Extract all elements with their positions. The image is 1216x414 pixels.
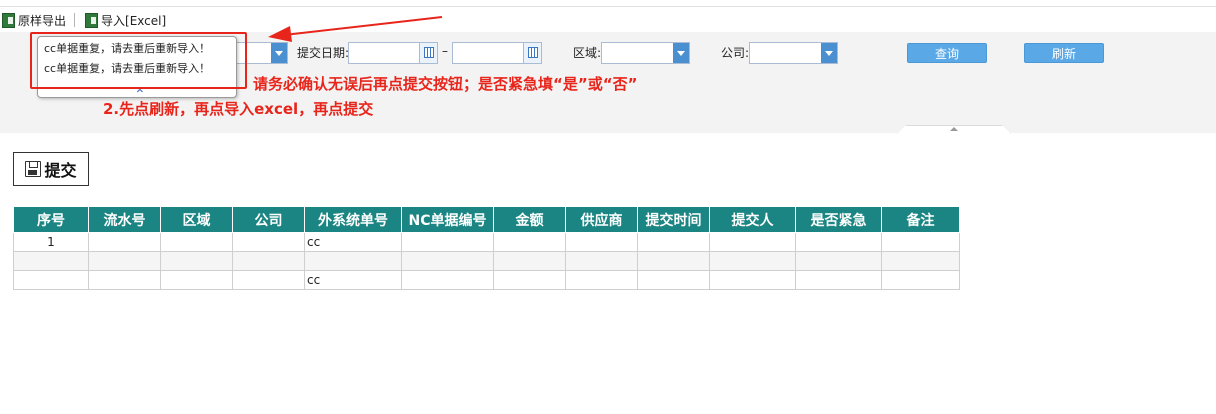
table-cell[interactable]	[401, 232, 494, 252]
table-cell[interactable]	[401, 251, 494, 271]
column-header[interactable]: 流水号	[88, 206, 161, 233]
table-cell[interactable]	[88, 270, 161, 290]
table-cell[interactable]	[232, 232, 305, 252]
table-cell[interactable]	[637, 270, 710, 290]
table-cell[interactable]	[565, 270, 638, 290]
table-row[interactable]	[13, 251, 960, 271]
column-header[interactable]: 区域	[160, 206, 233, 233]
table-cell[interactable]	[881, 270, 960, 290]
table-cell[interactable]	[232, 270, 305, 290]
table-cell[interactable]	[493, 270, 566, 290]
table-cell[interactable]	[709, 251, 796, 271]
table-cell[interactable]	[493, 232, 566, 252]
table-cell[interactable]: 1	[13, 232, 89, 252]
table-row[interactable]: cc	[13, 270, 960, 290]
column-header[interactable]: 公司	[232, 206, 305, 233]
table-cell[interactable]	[881, 232, 960, 252]
table-cell[interactable]	[493, 251, 566, 271]
column-header[interactable]: 是否紧急	[795, 206, 882, 233]
column-header[interactable]: 外系统单号	[304, 206, 402, 233]
table-cell[interactable]	[795, 270, 882, 290]
column-header[interactable]: 备注	[881, 206, 960, 233]
table-cell[interactable]	[401, 270, 494, 290]
table-cell[interactable]	[637, 232, 710, 252]
table-cell[interactable]	[795, 232, 882, 252]
submit-button-label: 提交	[44, 161, 77, 180]
column-header[interactable]: 序号	[13, 206, 89, 233]
table-cell[interactable]	[160, 232, 233, 252]
column-header[interactable]: NC单据编号	[401, 206, 494, 233]
annotation-arrow	[268, 16, 443, 42]
column-header[interactable]: 供应商	[565, 206, 638, 233]
submit-button[interactable]: 提交	[13, 152, 89, 186]
column-header[interactable]: 金额	[493, 206, 566, 233]
table-cell[interactable]	[13, 251, 89, 271]
data-table: 序号 流水号 区域 公司 外系统单号 NC单据编号 金额 供应商 提交时间 提交…	[13, 206, 960, 290]
table-cell[interactable]	[88, 232, 161, 252]
table-cell[interactable]	[637, 251, 710, 271]
table-cell[interactable]	[232, 251, 305, 271]
table-cell[interactable]	[709, 270, 796, 290]
table-row[interactable]: 1 cc	[13, 232, 960, 252]
table-cell[interactable]	[565, 232, 638, 252]
save-icon	[25, 161, 42, 177]
table-cell[interactable]	[304, 251, 402, 271]
table-cell[interactable]	[160, 270, 233, 290]
table-cell[interactable]	[565, 251, 638, 271]
table-cell[interactable]: cc	[304, 232, 402, 252]
column-header[interactable]: 提交人	[709, 206, 796, 233]
table-cell[interactable]	[881, 251, 960, 271]
table-header-row: 序号 流水号 区域 公司 外系统单号 NC单据编号 金额 供应商 提交时间 提交…	[13, 206, 960, 233]
table-cell[interactable]	[795, 251, 882, 271]
table-cell[interactable]: cc	[304, 270, 402, 290]
column-header[interactable]: 提交时间	[637, 206, 710, 233]
table-cell[interactable]	[709, 232, 796, 252]
table-cell[interactable]	[160, 251, 233, 271]
table-cell[interactable]	[13, 270, 89, 290]
table-cell[interactable]	[88, 251, 161, 271]
